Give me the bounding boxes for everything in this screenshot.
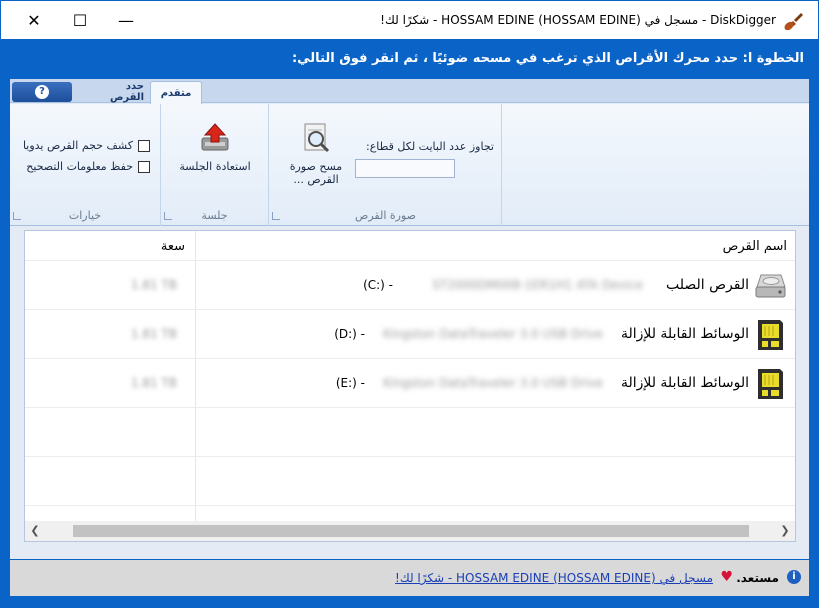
ribbon-tabs: متقدم حدد القرص ?	[10, 79, 809, 104]
help-icon: ?	[35, 85, 49, 99]
status-ready: مستعد.	[736, 571, 779, 585]
help-button[interactable]: ?	[12, 82, 72, 102]
app-window: DiskDigger - مسجل في HOSSAM EDINE (HOSSA…	[0, 0, 819, 608]
disk-type: الوسائط القابلة للإزالة	[620, 326, 749, 342]
group-label-options: خيارات	[68, 209, 102, 222]
maximize-button[interactable]: ☐	[57, 1, 103, 39]
group-label-session: جلسة	[201, 209, 228, 222]
minimize-button[interactable]: —	[103, 1, 149, 39]
step-bar: الخطوة ا: حدد محرك الأقراص الذي ترغب في …	[1, 39, 818, 79]
empty-row	[25, 407, 795, 456]
status-bar: i مستعد. ♥ مسجل في HOSSAM EDINE (HOSSAM …	[10, 560, 809, 596]
detect-size-label: كشف حجم القرص يدويا	[22, 139, 133, 152]
hard-drive-icon	[755, 274, 786, 298]
main-content: متقدم حدد القرص ? تجاوز عدد البايت لكل ق…	[10, 79, 809, 559]
title-bar[interactable]: DiskDigger - مسجل في HOSSAM EDINE (HOSSA…	[1, 1, 818, 39]
save-debug-checkbox[interactable]	[138, 160, 150, 173]
window-title: DiskDigger - مسجل في HOSSAM EDINE (HOSSA…	[380, 13, 776, 27]
tab-select-disk[interactable]: حدد القرص	[82, 81, 154, 103]
horizontal-scrollbar[interactable]: ❮ ❯	[25, 521, 795, 541]
shovel-icon	[784, 13, 803, 30]
disk-model: Kingston DataTraveler 3.0 USB Drive	[383, 327, 603, 341]
group-label-disk-image: صورة القرص	[355, 209, 416, 222]
list-header: اسم القرص سعة	[25, 231, 795, 259]
bytes-per-sector-input[interactable]	[355, 159, 455, 178]
restore-session-button[interactable]: استعادة الجلسة	[175, 122, 255, 173]
scan-disk-image-label: مسح صورة القرص ...	[289, 160, 343, 186]
disk-list[interactable]: اسم القرص سعة القرص الصلب ST2000DM008-1E…	[24, 230, 796, 542]
empty-row	[25, 456, 795, 505]
bytes-per-sector-label: تجاوز عدد البايت لكل قطاع:	[366, 140, 494, 153]
magnifier-document-icon	[304, 123, 330, 153]
save-debug-label: حفظ معلومات التصحيح	[26, 160, 133, 173]
disk-type: الوسائط القابلة للإزالة	[620, 375, 749, 391]
minimize-icon: —	[118, 10, 134, 30]
group-disk-image: تجاوز عدد البايت لكل قطاع: مسح صورة القر…	[268, 104, 502, 226]
detect-size-checkbox[interactable]	[138, 139, 150, 152]
step-instructions: الخطوة ا: حدد محرك الأقراص الذي ترغب في …	[291, 51, 804, 66]
restore-session-label: استعادة الجلسة	[179, 160, 251, 173]
disk-letter: (D:) -	[334, 327, 365, 341]
maximize-icon: ☐	[72, 10, 88, 30]
disk-model: Kingston DataTraveler 3.0 USB Drive	[383, 376, 603, 390]
group-options: كشف حجم القرص يدويا حفظ معلومات التصحيح …	[10, 104, 160, 226]
scrollbar-thumb[interactable]	[73, 525, 749, 537]
ribbon: تجاوز عدد البايت لكل قطاع: مسح صورة القر…	[10, 104, 809, 226]
detect-size-checkbox-row[interactable]: كشف حجم القرص يدويا	[23, 139, 150, 152]
disk-row[interactable]: الوسائط القابلة للإزالة Kingston DataTra…	[25, 309, 795, 358]
memory-card-icon	[758, 320, 783, 350]
disk-row[interactable]: القرص الصلب ST2000DM008-1ER1H1 ATA Devic…	[25, 260, 795, 309]
empty-row	[25, 505, 795, 521]
close-button[interactable]: ✕	[11, 1, 57, 39]
disk-size: 1.81 TB	[130, 278, 177, 292]
disk-size: 1.81 TB	[130, 376, 177, 390]
dialog-launcher-icon[interactable]	[164, 212, 172, 220]
info-icon: i	[787, 570, 801, 584]
registration-link[interactable]: مسجل في HOSSAM EDINE (HOSSAM EDINE) - شك…	[395, 571, 713, 585]
disk-model: ST2000DM008-1ER1H1 ATA Device	[432, 278, 643, 292]
disk-type: القرص الصلب	[665, 277, 749, 293]
column-header-name[interactable]: اسم القرص	[723, 239, 787, 254]
tab-advanced[interactable]: متقدم	[150, 81, 202, 104]
disk-letter: (C:) -	[363, 278, 393, 292]
memory-card-icon	[758, 369, 783, 399]
save-debug-checkbox-row[interactable]: حفظ معلومات التصحيح	[26, 160, 150, 173]
scroll-left-icon[interactable]: ❮	[27, 523, 43, 539]
restore-arrow-icon	[201, 123, 229, 151]
heart-icon: ♥	[720, 569, 733, 585]
dialog-launcher-icon[interactable]	[13, 212, 21, 220]
disk-size: 1.81 TB	[130, 327, 177, 341]
disk-row[interactable]: الوسائط القابلة للإزالة Kingston DataTra…	[25, 358, 795, 407]
scroll-right-icon[interactable]: ❯	[777, 523, 793, 539]
dialog-launcher-icon[interactable]	[272, 212, 280, 220]
group-session: استعادة الجلسة جلسة	[160, 104, 268, 226]
close-icon: ✕	[27, 10, 41, 30]
scan-disk-image-button[interactable]: مسح صورة القرص ...	[283, 122, 349, 186]
column-header-size[interactable]: سعة	[161, 239, 185, 254]
disk-letter: (E:) -	[335, 376, 365, 390]
